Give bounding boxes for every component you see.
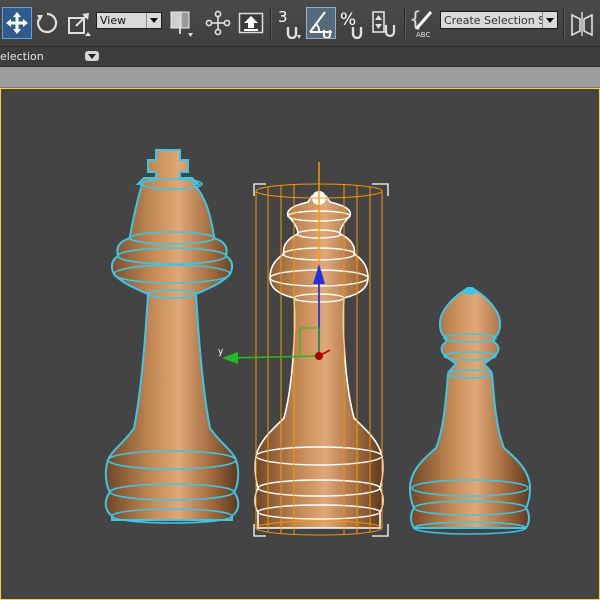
select-and-move-button[interactable] [2, 7, 32, 39]
snap-dimension-label: 3 [278, 8, 288, 26]
viewport-scene: y [104, 149, 531, 537]
percent-snap-toggle-button[interactable]: % [338, 7, 368, 39]
manipulate-icon [205, 10, 231, 36]
reference-coordinate-system-dropdown[interactable]: View [96, 12, 162, 29]
angle-snap-icon [309, 11, 332, 38]
toolbar-separator [563, 8, 565, 38]
scale-icon [68, 13, 91, 36]
select-and-rotate-button[interactable] [34, 7, 60, 39]
named-selection-sets-dropdown[interactable]: Create Selection Se [440, 11, 558, 29]
mirror-icon [571, 12, 593, 36]
spinner-snap-toggle-button[interactable] [370, 7, 400, 39]
coordinate-system-value: View [100, 14, 127, 27]
toolbar-separator [270, 8, 272, 38]
ribbon-dropdown-button[interactable] [85, 51, 99, 61]
select-and-scale-button[interactable] [64, 7, 94, 39]
ribbon-panel-strip: election [0, 47, 600, 67]
y-axis-arrow[interactable] [222, 352, 238, 364]
svg-text:{: { [409, 8, 422, 31]
ribbon-panel-label: election [0, 50, 44, 63]
ribbon-body [0, 67, 600, 88]
pawn-piece[interactable] [409, 287, 531, 535]
selection-set-placeholder: Create Selection Se [444, 13, 552, 27]
move-icon [6, 12, 28, 34]
chevron-down-icon [88, 53, 96, 59]
chevron-down-icon [146, 13, 161, 28]
pivot-point [315, 352, 323, 360]
select-and-manipulate-button[interactable] [204, 7, 232, 39]
main-toolbar: View 3 % {ABC Create Selection Se [0, 0, 600, 47]
keyboard-override-icon [238, 12, 264, 34]
mirror-button[interactable] [567, 7, 597, 39]
svg-text:ABC: ABC [416, 31, 430, 38]
chevron-down-icon [542, 12, 557, 28]
percent-icon: % [340, 10, 357, 30]
edit-named-selection-sets-button[interactable]: { ABC [408, 7, 438, 39]
angle-snap-toggle-button[interactable] [306, 7, 336, 39]
toolbar-separator [404, 8, 406, 38]
use-pivot-point-center-button[interactable] [166, 7, 196, 39]
named-selection-icon: { ABC [409, 8, 433, 38]
snaps-toggle-button[interactable]: 3 [274, 7, 304, 39]
perspective-viewport[interactable]: y [0, 88, 600, 600]
king-piece[interactable] [104, 149, 240, 524]
spinner-snap-icon [372, 11, 396, 38]
keyboard-shortcut-override-button[interactable] [236, 7, 266, 39]
gizmo-axis-label: y [218, 347, 224, 357]
pivot-center-icon [170, 11, 193, 37]
rotate-icon [36, 12, 58, 34]
